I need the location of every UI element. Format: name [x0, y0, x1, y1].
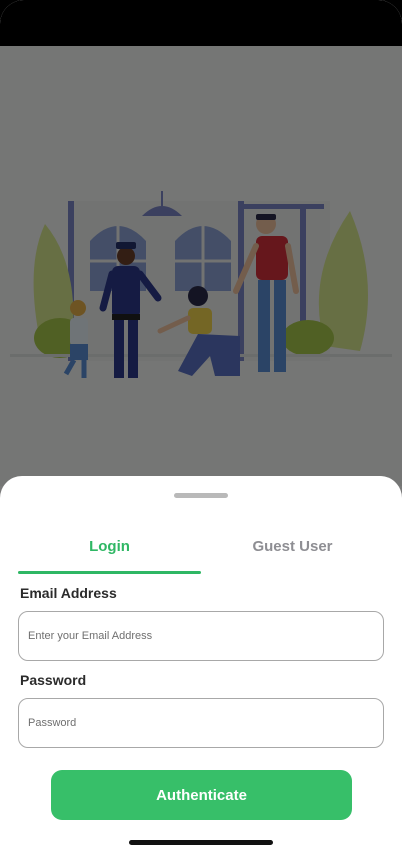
status-bar	[0, 0, 402, 46]
email-field[interactable]	[18, 611, 384, 661]
home-indicator	[129, 840, 273, 845]
app-screen: Login Guest User Email Address Password …	[0, 0, 402, 854]
password-field[interactable]	[18, 698, 384, 748]
login-bottom-sheet: Login Guest User Email Address Password …	[0, 476, 402, 854]
sheet-grabber[interactable]	[174, 493, 228, 498]
tab-login[interactable]: Login	[18, 538, 201, 560]
tab-guest-user[interactable]: Guest User	[201, 538, 384, 560]
email-label: Email Address	[20, 585, 117, 601]
password-label: Password	[20, 672, 87, 688]
active-tab-indicator	[18, 571, 201, 574]
authenticate-button[interactable]: Authenticate	[51, 770, 352, 820]
